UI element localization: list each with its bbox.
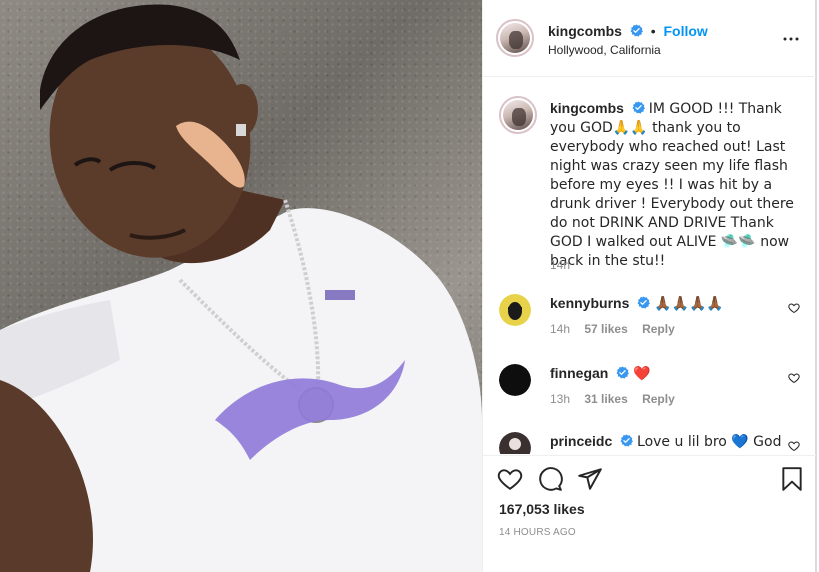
comment-item: princeidc Love u lil bro 💙 God (499, 432, 804, 454)
comment-item: kennyburns 🙏🏾🙏🏾🙏🏾🙏🏾 14h 57 likes Reply (499, 294, 804, 344)
instagram-post: kingcombs • Follow Hollywood, California… (0, 0, 819, 572)
comment-username[interactable]: kennyburns (550, 295, 629, 311)
comment-time[interactable]: 14h (550, 322, 570, 336)
comment-meta: 13h 31 likes Reply (550, 392, 686, 406)
comment-avatar[interactable] (499, 294, 531, 326)
likes-count[interactable]: 167,053 likes (499, 501, 585, 517)
verified-badge-icon (616, 366, 630, 379)
comment-meta: 14h 57 likes Reply (550, 322, 686, 336)
caption-time[interactable]: 14h (550, 258, 570, 272)
caption-avatar[interactable] (499, 96, 537, 134)
post-photo[interactable] (0, 0, 482, 572)
comment-avatar[interactable] (499, 364, 531, 396)
follow-button[interactable]: Follow (663, 23, 707, 39)
caption-username[interactable]: kingcombs (550, 100, 624, 116)
verified-badge-icon (637, 296, 651, 309)
reply-button[interactable]: Reply (642, 392, 675, 406)
verified-badge-icon (632, 101, 645, 114)
header-username[interactable]: kingcombs (548, 23, 622, 39)
comment-icon[interactable] (537, 466, 563, 492)
selfie-illustration (0, 4, 482, 572)
more-options-icon[interactable] (782, 30, 800, 48)
caption-text-block: kingcombs IM GOOD !!! Thank you GOD🙏🙏 th… (550, 99, 798, 270)
comment-username[interactable]: finnegan (550, 365, 608, 381)
reply-button[interactable]: Reply (642, 322, 675, 336)
comment-text: princeidc Love u lil bro 💙 God (550, 432, 790, 451)
comment-likes[interactable]: 31 likes (584, 392, 627, 406)
header-user-line: kingcombs • Follow (548, 23, 708, 39)
location-link[interactable]: Hollywood, California (548, 43, 661, 57)
comment-body: Love u lil bro 💙 God (637, 434, 782, 450)
profile-avatar[interactable] (496, 19, 534, 57)
comment-text: kennyburns 🙏🏾🙏🏾🙏🏾🙏🏾 (550, 294, 770, 313)
comment-item: finnegan ❤️ 13h 31 likes Reply (499, 364, 804, 414)
share-icon[interactable] (577, 466, 603, 492)
comment-body: 🙏🏾🙏🏾🙏🏾🙏🏾 (654, 296, 724, 312)
post-header: kingcombs • Follow Hollywood, California (483, 0, 816, 77)
verified-badge-icon (630, 24, 643, 37)
comment-avatar[interactable] (499, 432, 531, 454)
comments-section: kingcombs IM GOOD !!! Thank you GOD🙏🙏 th… (483, 78, 816, 454)
comment-body: ❤️ (633, 366, 651, 382)
post-side-panel: kingcombs • Follow Hollywood, California… (482, 0, 817, 572)
comment-username[interactable]: princeidc (550, 433, 612, 449)
post-timestamp[interactable]: 14 HOURS AGO (499, 527, 576, 538)
separator-dot: • (650, 23, 656, 39)
post-actions: 167,053 likes 14 HOURS AGO (483, 455, 816, 572)
bookmark-icon[interactable] (779, 466, 805, 492)
comment-like-heart-icon[interactable] (788, 372, 800, 384)
comment-like-heart-icon[interactable] (788, 440, 800, 452)
heart-icon[interactable] (497, 466, 523, 492)
caption-body: IM GOOD !!! Thank you GOD🙏🙏 thank you to… (550, 101, 794, 269)
comment-likes[interactable]: 57 likes (584, 322, 627, 336)
comment-like-heart-icon[interactable] (788, 302, 800, 314)
comment-text: finnegan ❤️ (550, 364, 770, 383)
comment-time[interactable]: 13h (550, 392, 570, 406)
verified-badge-icon (620, 434, 634, 447)
